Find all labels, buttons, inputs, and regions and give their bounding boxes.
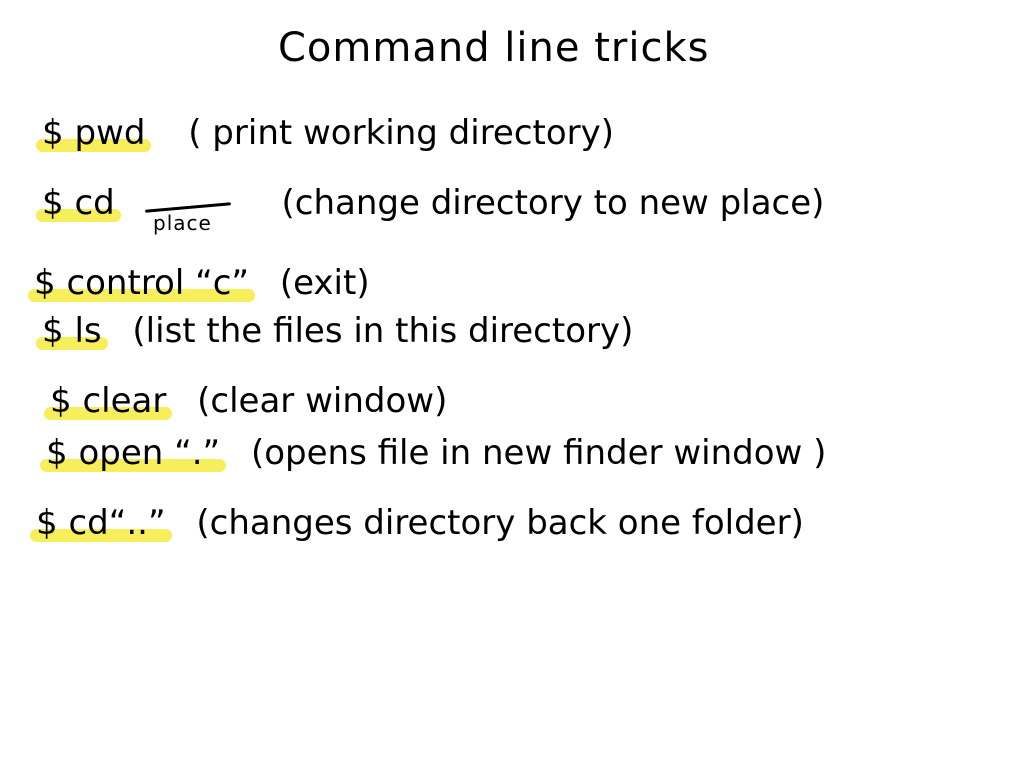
command-text: $ clear (50, 381, 167, 421)
list-item-pwd: $ pwd ( print working directory) (36, 112, 614, 154)
description-pwd: ( print working directory) (188, 113, 615, 153)
command-ls: $ ls (36, 310, 108, 352)
command-text: $ cd (42, 183, 115, 223)
list-item-clear: $ clear (clear window) (44, 380, 447, 422)
command-control-c: $ control “c” (28, 262, 256, 304)
command-text: $ ls (42, 311, 102, 351)
description-open: (opens file in new finder window ) (250, 433, 827, 473)
command-text: $ control “c” (34, 263, 250, 303)
command-text: $ pwd (42, 113, 146, 153)
command-text: $ cd“..” (36, 503, 166, 543)
command-clear: $ clear (44, 380, 173, 422)
list-item-open: $ open “.” (opens file in new finder win… (40, 432, 826, 474)
list-item-ls: $ ls (list the files in this directory) (36, 310, 633, 352)
description-clear: (clear window) (197, 381, 448, 421)
description-ls: (list the files in this directory) (132, 311, 634, 351)
command-pwd: $ pwd (36, 112, 152, 154)
place-annotation: place (145, 196, 235, 236)
page-title: Command line tricks (278, 25, 710, 71)
list-item-control-c: $ control “c” (exit) (28, 262, 370, 304)
place-label: place (153, 211, 212, 235)
list-item-cd-up: $ cd“..” (changes directory back one fol… (30, 502, 804, 544)
notes-page: Command line tricks $ pwd ( print workin… (0, 0, 1024, 768)
description-cd-up: (changes directory back one folder) (196, 503, 804, 543)
command-cd: $ cd (36, 182, 121, 224)
command-open: $ open “.” (40, 432, 227, 474)
command-text: $ open “.” (46, 433, 221, 473)
description-control-c: (exit) (279, 263, 370, 303)
description-cd: (change directory to new place) (281, 183, 825, 223)
command-cd-up: $ cd“..” (30, 502, 172, 544)
